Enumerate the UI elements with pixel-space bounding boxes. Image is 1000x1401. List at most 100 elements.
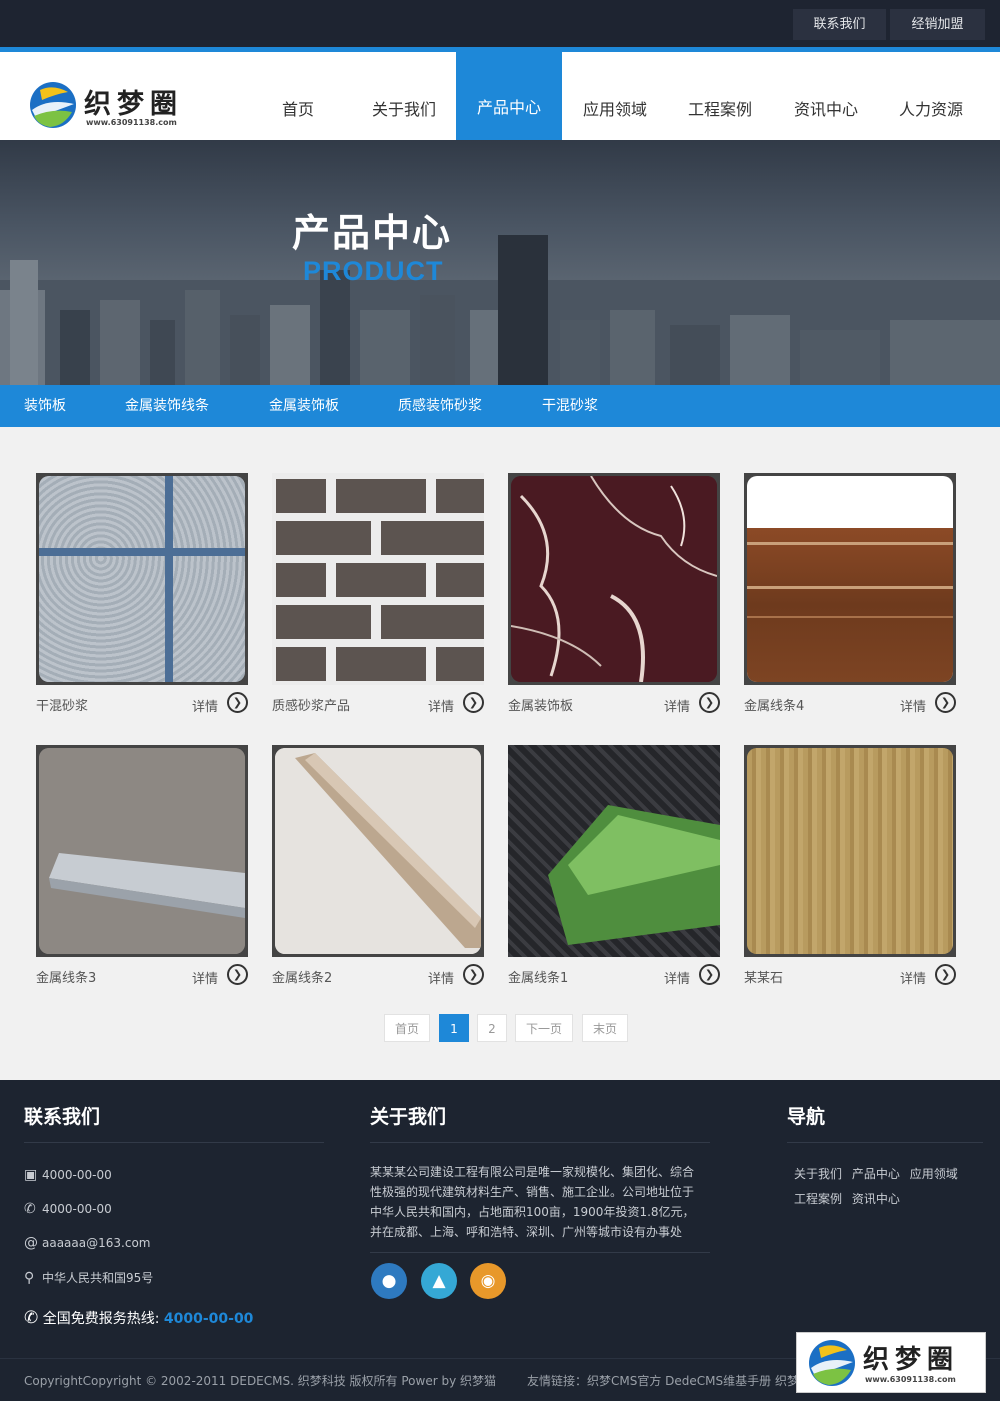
chevron-right-circle-icon[interactable]: ❯: [463, 964, 484, 985]
nav-home[interactable]: 首页: [245, 52, 351, 140]
footer-link-products[interactable]: 产品中心: [852, 1167, 900, 1181]
friend-links[interactable]: 友情链接：织梦CMS官方 DedeCMS维基手册 织梦猫: [527, 1372, 797, 1389]
product-name[interactable]: 质感砂浆产品: [272, 695, 350, 714]
category-dry-mortar[interactable]: 干混砂浆: [542, 385, 598, 427]
product-image: [747, 748, 953, 954]
wechat-icon[interactable]: ●: [371, 1263, 407, 1299]
hotline-label: 全国免费报务热线:: [42, 1311, 160, 1327]
nav-cases[interactable]: 工程案例: [667, 52, 773, 140]
product-thumbnail[interactable]: [272, 745, 484, 957]
product-name[interactable]: 金属线条2: [272, 967, 332, 986]
product-thumbnail[interactable]: [36, 473, 248, 685]
footer-link-applications[interactable]: 应用领域: [910, 1167, 958, 1181]
nav-about[interactable]: 关于我们: [351, 52, 457, 140]
nav-hr[interactable]: 人力资源: [878, 52, 984, 140]
page-last-button[interactable]: 末页: [582, 1014, 628, 1042]
product-detail-link[interactable]: 详情: [192, 968, 218, 987]
chevron-right-circle-icon[interactable]: ❯: [227, 964, 248, 985]
weibo-icon[interactable]: ◉: [470, 1263, 506, 1299]
product-thumbnail[interactable]: [744, 473, 956, 685]
address-value: 中华人民共和国95号: [42, 1271, 154, 1285]
dealer-button[interactable]: 经销加盟: [890, 9, 985, 40]
footer-about-title: 关于我们: [370, 1106, 447, 1128]
logo-globe-icon: [30, 82, 76, 128]
divider: [370, 1252, 710, 1253]
banner-subtitle: PRODUCT: [303, 256, 444, 286]
product-card[interactable]: 质感砂浆产品 详情 ❯: [272, 473, 484, 715]
product-name[interactable]: 某某石: [744, 967, 783, 986]
email-value[interactable]: aaaaaa@163.com: [42, 1236, 150, 1250]
product-card[interactable]: 干混砂浆 详情 ❯: [36, 473, 248, 715]
product-detail-link[interactable]: 详情: [192, 696, 218, 715]
contact-us-button[interactable]: 联系我们: [793, 9, 886, 40]
product-name[interactable]: 金属线条4: [744, 695, 804, 714]
footer-logo-badge[interactable]: 织梦圈 www.63091138.com: [796, 1332, 986, 1393]
product-thumbnail[interactable]: [272, 473, 484, 685]
product-card[interactable]: 金属线条1 详情 ❯: [508, 745, 720, 987]
fax-icon: ▣: [24, 1167, 38, 1183]
product-card[interactable]: 金属装饰板 详情 ❯: [508, 473, 720, 715]
category-texture-mortar[interactable]: 质感装饰砂浆: [398, 385, 482, 427]
product-thumbnail[interactable]: [744, 745, 956, 957]
product-name[interactable]: 金属装饰板: [508, 695, 573, 714]
phone-value: 4000-00-00: [42, 1202, 112, 1216]
product-grid: 干混砂浆 详情 ❯ 质感砂浆产品 详情 ❯ 金属装饰板 详情 ❯ 金属线条4 详…: [0, 427, 1000, 1080]
product-card[interactable]: 金属线条2 详情 ❯: [272, 745, 484, 987]
product-detail-link[interactable]: 详情: [428, 696, 454, 715]
footer-link-cases[interactable]: 工程案例: [794, 1192, 842, 1206]
qq-icon[interactable]: ▲: [421, 1263, 457, 1299]
footer-nav-links: 关于我们 产品中心 应用领域 工程案例 资讯中心: [794, 1162, 974, 1212]
product-thumbnail[interactable]: [508, 745, 720, 957]
at-icon: @: [24, 1235, 38, 1251]
location-pin-icon: ⚲: [24, 1270, 35, 1286]
badge-logo-text: 织梦圈: [863, 1345, 960, 1375]
product-card[interactable]: 金属线条3 详情 ❯: [36, 745, 248, 987]
product-thumbnail[interactable]: [508, 473, 720, 685]
product-name[interactable]: 干混砂浆: [36, 695, 88, 714]
contact-address: ⚲ 中华人民共和国95号: [24, 1269, 153, 1286]
product-detail-link[interactable]: 详情: [428, 968, 454, 987]
product-card[interactable]: 金属线条4 详情 ❯: [744, 473, 956, 715]
product-image: [508, 745, 720, 957]
product-image: [747, 476, 953, 682]
product-detail-link[interactable]: 详情: [664, 696, 690, 715]
nav-applications[interactable]: 应用领域: [562, 52, 668, 140]
page-1-button[interactable]: 1: [439, 1014, 469, 1042]
phone-icon: ✆: [24, 1201, 36, 1217]
product-detail-link[interactable]: 详情: [900, 696, 926, 715]
page-2-button[interactable]: 2: [477, 1014, 507, 1042]
divider: [787, 1142, 983, 1143]
product-detail-link[interactable]: 详情: [900, 968, 926, 987]
chevron-right-circle-icon[interactable]: ❯: [699, 692, 720, 713]
site-logo[interactable]: 织梦圈 www.63091138.com: [28, 80, 198, 134]
hotline-number[interactable]: 4000-00-00: [164, 1311, 254, 1327]
product-thumbnail[interactable]: [36, 745, 248, 957]
product-image: [275, 748, 481, 954]
footer-link-about[interactable]: 关于我们: [794, 1167, 842, 1181]
pagination: 首页 1 2 下一页 末页: [0, 1014, 1000, 1042]
chevron-right-circle-icon[interactable]: ❯: [935, 964, 956, 985]
page-first-button[interactable]: 首页: [384, 1014, 430, 1042]
top-bar: 联系我们 经销加盟: [0, 0, 1000, 47]
logo-url: www.63091138.com: [86, 118, 177, 127]
page-next-button[interactable]: 下一页: [515, 1014, 573, 1042]
page-banner: 产品中心 PRODUCT: [0, 140, 1000, 385]
chevron-right-circle-icon[interactable]: ❯: [227, 692, 248, 713]
product-image: [511, 476, 717, 682]
divider: [24, 1142, 324, 1143]
nav-news[interactable]: 资讯中心: [773, 52, 879, 140]
product-name[interactable]: 金属线条3: [36, 967, 96, 986]
chevron-right-circle-icon[interactable]: ❯: [935, 692, 956, 713]
product-detail-link[interactable]: 详情: [664, 968, 690, 987]
category-metal-panel[interactable]: 金属装饰板: [269, 385, 339, 427]
category-metal-trim[interactable]: 金属装饰线条: [125, 385, 209, 427]
product-card[interactable]: 某某石 详情 ❯: [744, 745, 956, 987]
category-decor-panel[interactable]: 装饰板: [24, 385, 66, 427]
about-text: 某某某公司建设工程有限公司是唯一家规模化、集团化、综合性极强的现代建筑材料生产、…: [370, 1165, 695, 1239]
chevron-right-circle-icon[interactable]: ❯: [463, 692, 484, 713]
chevron-right-circle-icon[interactable]: ❯: [699, 964, 720, 985]
footer-link-news[interactable]: 资讯中心: [852, 1192, 900, 1206]
contact-email: @ aaaaaa@163.com: [24, 1235, 150, 1251]
product-name[interactable]: 金属线条1: [508, 967, 568, 986]
nav-products[interactable]: 产品中心: [456, 47, 562, 140]
